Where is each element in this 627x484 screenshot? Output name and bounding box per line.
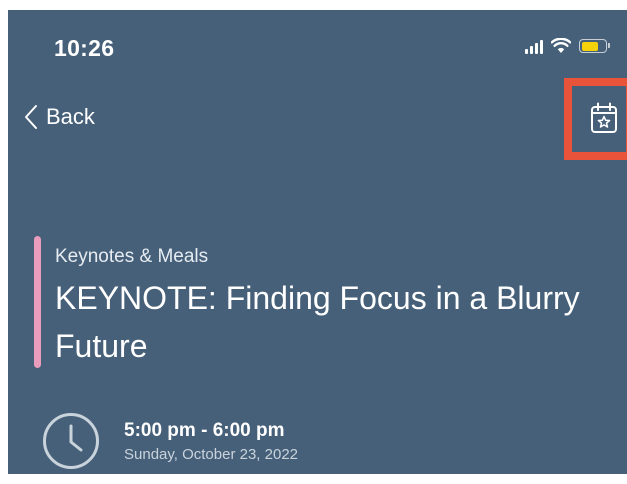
calendar-star-icon: [591, 102, 617, 133]
wifi-icon: [551, 38, 571, 53]
event-time-text: 5:00 pm - 6:00 pm Sunday, October 23, 20…: [124, 412, 298, 463]
status-icons: [525, 38, 610, 54]
event-category: Keynotes & Meals: [55, 246, 209, 267]
cellular-signal-icon: [525, 38, 543, 54]
event-time-row: 5:00 pm - 6:00 pm Sunday, October 23, 20…: [42, 412, 298, 470]
back-button[interactable]: Back: [24, 104, 95, 130]
chevron-left-icon: [25, 105, 37, 129]
category-accent-bar: [34, 236, 41, 368]
battery-icon: [579, 39, 610, 53]
back-label: Back: [46, 104, 95, 129]
event-detail-screen: 10:26 Back Keynotes & Meals KEYNOTE: Fin…: [8, 10, 627, 474]
clock-icon: [43, 413, 99, 469]
event-time-range: 5:00 pm - 6:00 pm: [124, 420, 285, 441]
add-to-schedule-button[interactable]: [590, 102, 618, 139]
event-title: KEYNOTE: Finding Focus in a Blurry Futur…: [55, 280, 580, 364]
event-date: Sunday, October 23, 2022: [124, 446, 299, 463]
status-time: 10:26: [54, 35, 115, 61]
